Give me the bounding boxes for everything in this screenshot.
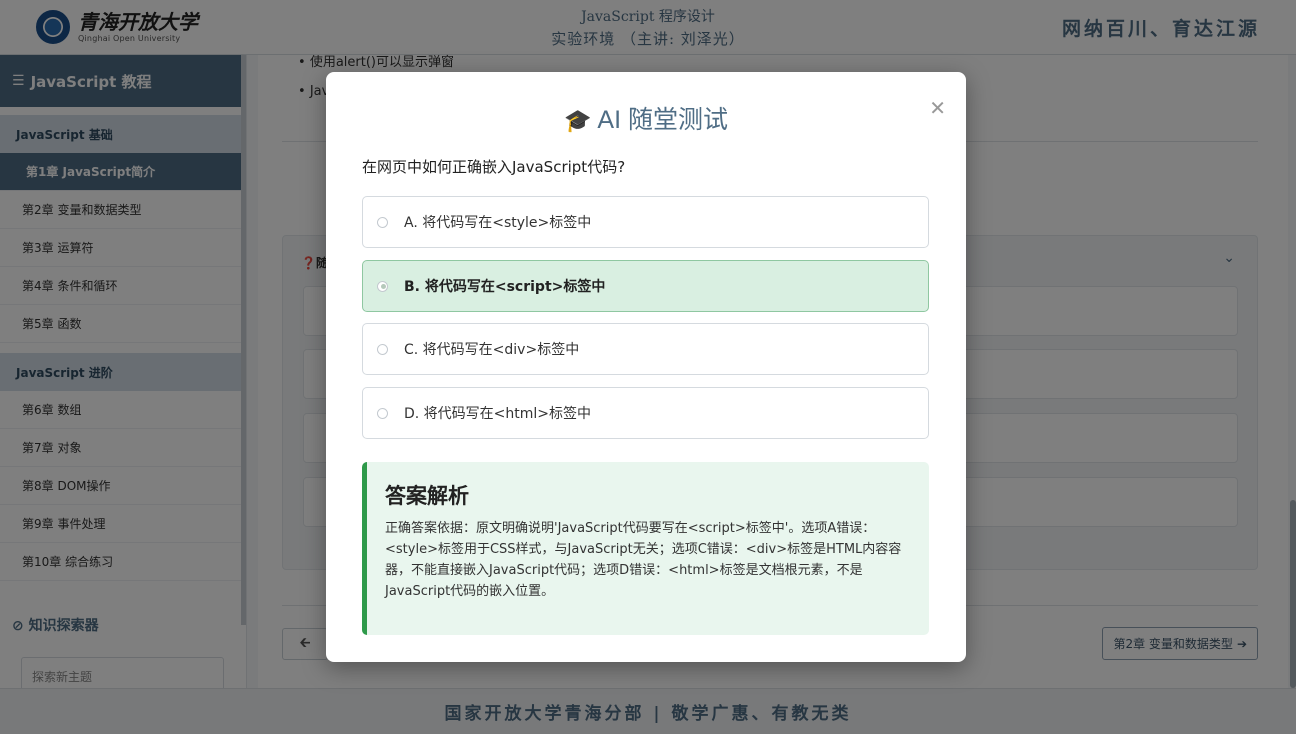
modal-title-label: AI 随堂测试 [597, 106, 728, 134]
quiz-option-label: C. 将代码写在<div>标签中 [404, 342, 580, 358]
quiz-option-label: A. 将代码写在<style>标签中 [404, 215, 592, 231]
quiz-option-a[interactable]: A. 将代码写在<style>标签中 [362, 196, 929, 248]
modal-title: 🎓 AI 随堂测试 [326, 100, 966, 136]
radio-button[interactable] [377, 216, 388, 228]
ai-quiz-modal: ✕ 🎓 AI 随堂测试 在网页中如何正确嵌入JavaScript代码? A. 将代… [326, 72, 966, 662]
quiz-option-d[interactable]: D. 将代码写在<html>标签中 [362, 387, 929, 439]
quiz-option-c[interactable]: C. 将代码写在<div>标签中 [362, 323, 929, 375]
radio-button[interactable] [377, 407, 388, 419]
explanation-title: 答案解析 [385, 484, 469, 508]
explanation-body: 正确答案依据：原文明确说明'JavaScript代码要写在<script>标签中… [385, 521, 902, 599]
quiz-option-label: B. 将代码写在<script>标签中 [404, 279, 606, 295]
quiz-option-label: D. 将代码写在<html>标签中 [404, 406, 592, 422]
quiz-question: 在网页中如何正确嵌入JavaScript代码? [362, 158, 626, 176]
graduation-cap-icon: 🎓 [564, 108, 592, 133]
radio-button[interactable] [377, 343, 388, 355]
quiz-option-b[interactable]: B. 将代码写在<script>标签中 [362, 260, 929, 312]
radio-button[interactable] [377, 280, 388, 292]
answer-explanation: 答案解析 正确答案依据：原文明确说明'JavaScript代码要写在<scrip… [362, 462, 929, 635]
